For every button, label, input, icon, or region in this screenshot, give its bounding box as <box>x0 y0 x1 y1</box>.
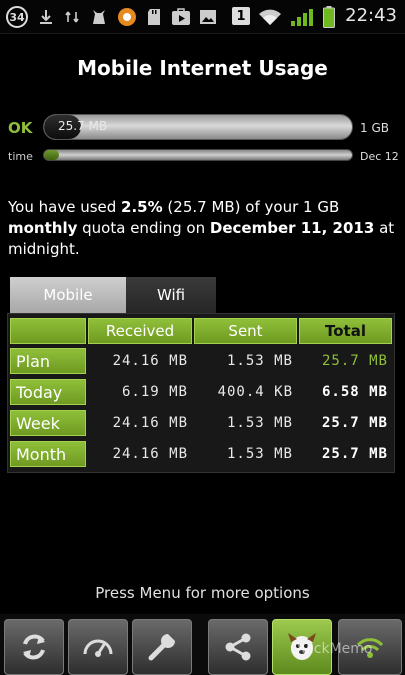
tab-wifi[interactable]: Wifi <box>126 277 216 313</box>
time-progress-fill <box>44 150 60 160</box>
usage-summary: You have used 2.5% (25.7 MB) of your 1 G… <box>8 197 400 260</box>
wrench-icon <box>148 634 175 661</box>
table-cell-total: 25.7 MB <box>321 415 388 431</box>
table-row-label-week: Week <box>10 410 86 436</box>
table-row-label-plan: Plan <box>10 348 86 374</box>
table-cell-received: 24.16 MB <box>112 353 188 369</box>
table-cell-total: 25.7 MB <box>321 353 388 369</box>
table-cell-sent: 1.53 MB <box>226 415 293 431</box>
summary-end-date: December 11, 2013 <box>209 219 375 237</box>
refresh-button[interactable] <box>4 619 64 675</box>
page-title: Mobile Internet Usage <box>77 56 328 80</box>
usage-amount-label: 25.7 MB <box>58 119 108 133</box>
table-header-sent: Sent <box>194 318 297 344</box>
time-progress-bar <box>43 149 353 161</box>
notification-number: 1 <box>232 7 250 25</box>
usage-table: Received Sent Total Plan 24.16 MB 1.53 M… <box>7 313 395 473</box>
summary-text: You have used <box>8 198 122 216</box>
battery-icon <box>320 6 338 28</box>
table-row-label-today: Today <box>10 379 86 405</box>
usage-cap-label: 1 GB <box>360 121 389 135</box>
summary-period: monthly <box>8 219 78 237</box>
sd-card-icon <box>144 7 164 27</box>
download-icon <box>36 7 56 27</box>
play-store-icon <box>170 7 192 27</box>
settings-button[interactable] <box>132 619 192 675</box>
table-cell-total: 6.58 MB <box>321 384 388 400</box>
table-cell-sent: 400.4 KB <box>217 384 293 400</box>
share-button[interactable] <box>208 619 268 675</box>
table-cell-received: 24.16 MB <box>112 415 188 431</box>
image-icon <box>198 7 218 27</box>
sync-icon <box>62 7 82 27</box>
time-end-label: Dec 12 <box>360 150 399 163</box>
quickmemo-watermark: QuickMemo <box>290 641 373 657</box>
summary-text: (25.7 MB) of your 1 GB <box>162 198 340 216</box>
summary-percent: 2.5% <box>121 198 163 216</box>
usage-status-label: OK <box>8 119 33 137</box>
speedometer-icon <box>83 639 113 657</box>
time-label: time <box>8 150 33 163</box>
table-row-label-month: Month <box>10 441 86 467</box>
tab-mobile[interactable]: Mobile <box>10 277 126 313</box>
cell-signal-icon <box>288 7 316 27</box>
menu-hint: Press Menu for more options <box>95 584 310 602</box>
table-cell-total: 25.7 MB <box>321 446 388 462</box>
notification-count-badge: 34 <box>6 6 28 28</box>
table-header-total: Total <box>299 318 392 344</box>
table-cell-received: 6.19 MB <box>121 384 188 400</box>
orange-app-icon <box>116 7 138 27</box>
summary-text: quota ending on <box>77 219 210 237</box>
speed-button[interactable] <box>68 619 128 675</box>
wifi-signal-icon <box>256 7 284 27</box>
table-cell-received: 24.16 MB <box>112 446 188 462</box>
table-header-received: Received <box>88 318 192 344</box>
refresh-icon <box>23 634 45 660</box>
status-bar: 34 1 22:43 <box>0 0 405 34</box>
status-time: 22:43 <box>345 5 397 26</box>
cat-icon <box>88 7 110 27</box>
table-cell-sent: 1.53 MB <box>226 353 293 369</box>
table-cell-sent: 1.53 MB <box>226 446 293 462</box>
table-header-blank <box>10 318 86 344</box>
share-icon <box>225 633 251 661</box>
